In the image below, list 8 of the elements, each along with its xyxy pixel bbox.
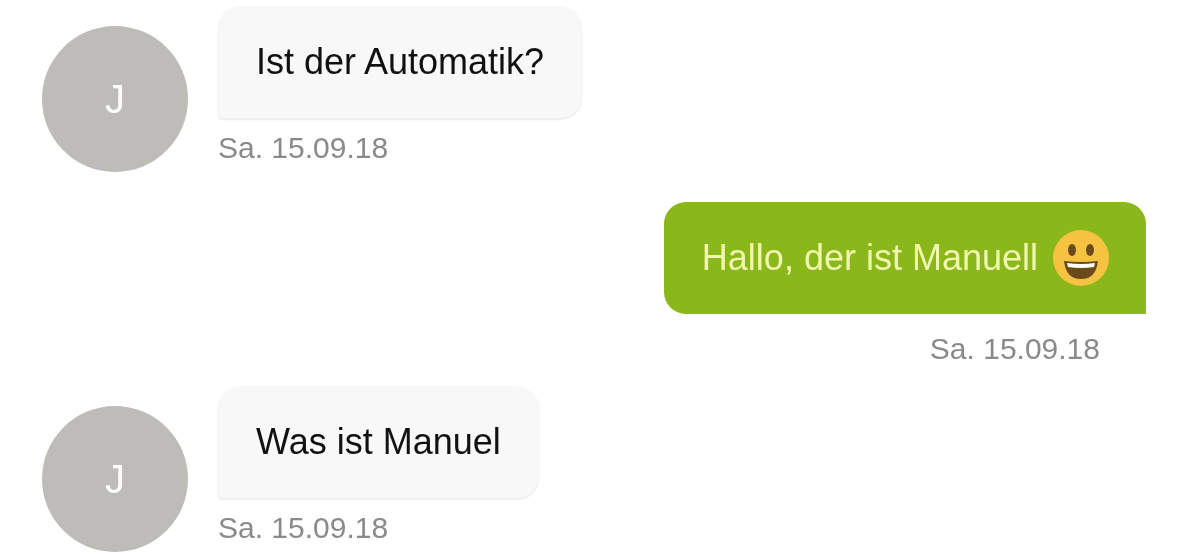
- received-message-bubble: Ist der Automatik?: [218, 6, 583, 118]
- received-message-bubble: Was ist Manuel: [218, 386, 539, 498]
- avatar: J: [42, 26, 188, 172]
- message-date: Sa. 15.09.18: [218, 130, 390, 166]
- avatar: J: [42, 406, 188, 552]
- sent-message-bubble: Hallo, der ist Manuell: [663, 202, 1146, 314]
- message-date: Sa. 15.09.18: [929, 331, 1100, 367]
- message-date: Sa. 15.09.18: [218, 510, 390, 546]
